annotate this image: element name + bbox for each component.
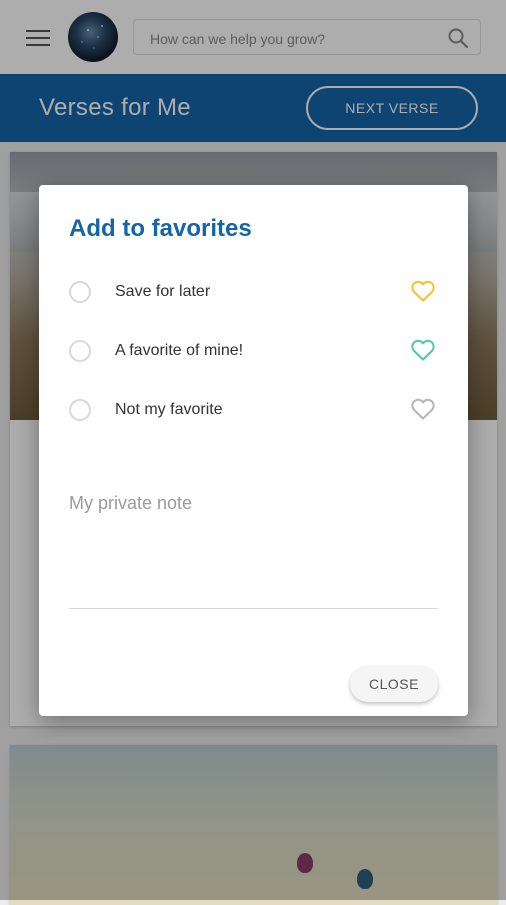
heart-icon <box>411 339 435 361</box>
close-button[interactable]: CLOSE <box>350 666 438 702</box>
option-favorite-of-mine[interactable]: A favorite of mine! <box>69 332 439 372</box>
heart-icon <box>411 398 435 420</box>
heart-icon <box>411 280 435 302</box>
option-label: Not my favorite <box>115 401 223 418</box>
radio-button[interactable] <box>69 281 91 303</box>
dialog-title: Add to favorites <box>69 215 252 242</box>
radio-button[interactable] <box>69 399 91 421</box>
option-save-for-later[interactable]: Save for later <box>69 273 439 313</box>
option-label: Save for later <box>115 283 211 300</box>
option-label: A favorite of mine! <box>115 342 244 359</box>
option-not-my-favorite[interactable]: Not my favorite <box>69 391 439 431</box>
radio-button[interactable] <box>69 340 91 362</box>
private-note-field[interactable] <box>69 493 438 609</box>
favorites-dialog: Add to favorites Save for later A favori… <box>39 185 468 716</box>
